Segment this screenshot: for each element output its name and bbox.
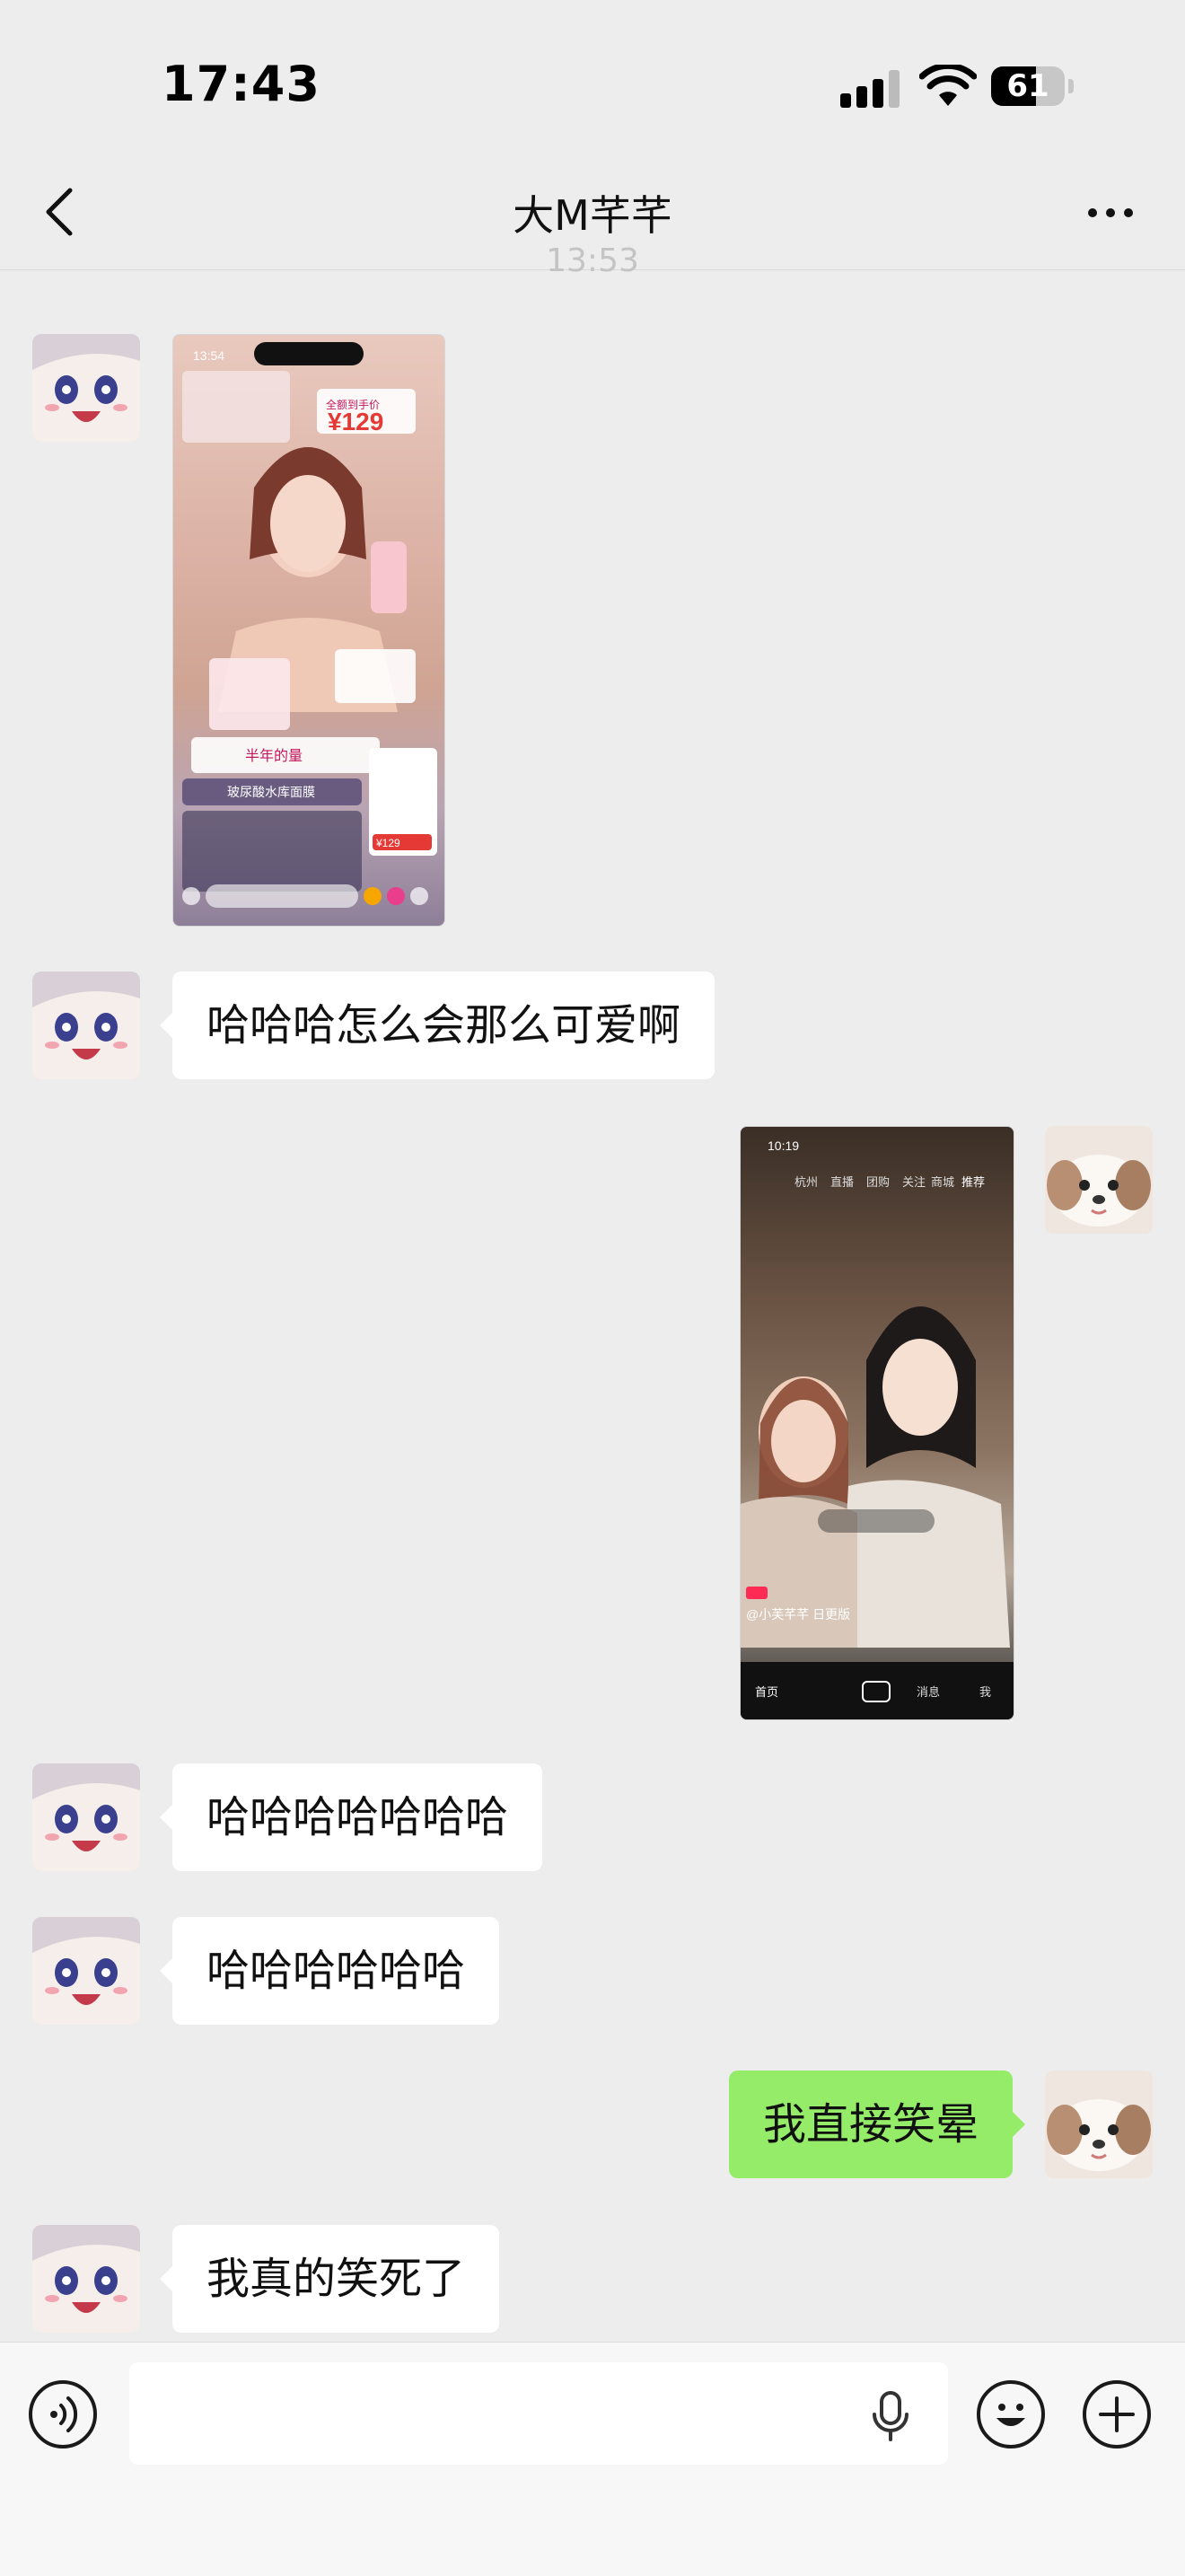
message-bubble[interactable]: 哈哈哈怎么会那么可爱啊 [159, 971, 715, 1079]
battery-icon: 61 [991, 66, 1065, 106]
message-bubble[interactable]: 我真的笑死了 [159, 2225, 500, 2333]
thumb-nav-me: 我 [979, 1685, 991, 1699]
message-bubble[interactable]: 我直接笑晕 [728, 2070, 1026, 2178]
anime-face-icon [32, 2225, 140, 2333]
wifi-icon [919, 65, 977, 106]
status-bar: 17:43 61 [0, 0, 1185, 162]
anime-face-icon [32, 971, 140, 1079]
anime-face-icon [32, 334, 140, 442]
voice-icon[interactable] [29, 2380, 97, 2449]
chat-title[interactable]: 大M芊芊 [0, 183, 1185, 242]
thumb-mask-label: 玻尿酸水库面膜 [227, 785, 315, 799]
image-message[interactable]: 13:54 全额到手价 ¥129 半年的量 玻尿酸水库面膜 ¥129 [172, 334, 445, 927]
image-message[interactable]: 10:19 杭州 直播 团购 关注 商城 推荐 @小芙芊芊 日更版 首页 消息 … [740, 1126, 1014, 1720]
thumb-author: @小芙芊芊 日更版 [746, 1607, 850, 1622]
thumb-nav-messages: 消息 [917, 1685, 940, 1699]
video-screenshot-thumbnail: 10:19 杭州 直播 团购 关注 商城 推荐 @小芙芊芊 日更版 首页 消息 … [741, 1139, 1014, 1719]
message-input[interactable] [129, 2362, 948, 2465]
input-bar [0, 2342, 1185, 2576]
thumb-tab: 直播 [830, 1175, 854, 1189]
thumb-tab: 商城 [931, 1175, 954, 1189]
contact-avatar[interactable] [32, 1917, 140, 2025]
thumb-tab: 关注 [902, 1175, 926, 1189]
smiley-glyph [996, 2404, 1025, 2426]
contact-avatar[interactable] [32, 971, 140, 1079]
thumb-tab: 推荐 [961, 1175, 985, 1189]
cellular-signal-icon [840, 70, 900, 108]
battery-cap [1068, 79, 1074, 93]
anime-face-icon [32, 1763, 140, 1871]
status-time: 17:43 [162, 56, 320, 112]
message-bubble[interactable]: 哈哈哈哈哈哈 [159, 1917, 500, 2025]
microphone-icon[interactable] [869, 2389, 912, 2443]
message-timestamp: 13:53 [546, 242, 639, 275]
dog-avatar-icon [1045, 2070, 1153, 2178]
thumb-half-year: 半年的量 [245, 748, 303, 764]
plus-icon[interactable] [1083, 2380, 1151, 2449]
contact-avatar[interactable] [32, 1763, 140, 1871]
ellipsis-icon[interactable] [1084, 203, 1138, 221]
thumb-nav-home: 首页 [755, 1685, 778, 1699]
message-bubble[interactable]: 哈哈哈哈哈哈哈 [159, 1763, 543, 1871]
livestream-screenshot-thumbnail: 13:54 全额到手价 ¥129 半年的量 玻尿酸水库面膜 ¥129 [182, 342, 437, 908]
thumb-price-small: ¥129 [375, 837, 400, 849]
thumb-tab: 杭州 [794, 1175, 818, 1189]
contact-avatar[interactable] [32, 334, 140, 442]
smiley-icon[interactable] [977, 2380, 1045, 2449]
dog-avatar-icon [1045, 1126, 1153, 1234]
thumb-time-1: 13:54 [193, 348, 224, 363]
my-avatar[interactable] [1045, 1126, 1153, 1234]
thumb-price: ¥129 [328, 408, 383, 435]
battery-level: 61 [1006, 68, 1049, 104]
contact-avatar[interactable] [32, 2225, 140, 2333]
voice-glyph [50, 2396, 78, 2432]
plus-glyph [1099, 2396, 1135, 2432]
thumb-time-2: 10:19 [768, 1139, 799, 1153]
thumb-tab: 团购 [866, 1175, 890, 1189]
my-avatar[interactable] [1045, 2070, 1153, 2178]
anime-face-icon [32, 1917, 140, 2025]
